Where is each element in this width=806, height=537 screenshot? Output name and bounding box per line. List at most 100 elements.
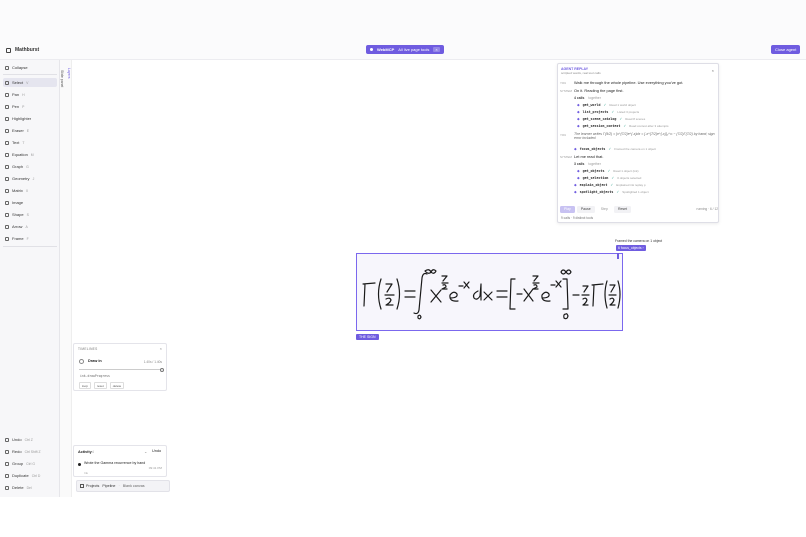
sidebar-item-label: Collapse xyxy=(12,65,28,70)
tool-call[interactable]: ◆ spotlight_objects ✓ Spotlighted 1 object xyxy=(574,190,649,194)
sidebar-item-text[interactable]: Text T xyxy=(3,138,57,147)
calls-count: 3 calls xyxy=(574,162,585,166)
reset-button[interactable]: reset xyxy=(93,382,107,389)
undo-icon xyxy=(5,437,9,442)
tool-result: Spotlighted 1 object xyxy=(622,190,649,194)
sidebar-item-label: Geometry xyxy=(12,176,30,181)
agent-replay-panel: AGENT REPLAY scripted words, real tool c… xyxy=(557,63,719,223)
role-label: YOU xyxy=(560,81,567,85)
sidebar-item-arrow[interactable]: Arrow A xyxy=(3,222,57,231)
webmcp-pill[interactable]: WebMCP All live page tools × xyxy=(366,45,444,54)
focus-badge[interactable]: 6 focus_objects › xyxy=(616,245,646,251)
timeline-track[interactable] xyxy=(79,369,163,370)
close-icon[interactable]: × xyxy=(712,68,714,73)
agent-subtitle: scripted words, real tool calls xyxy=(561,71,601,75)
app-name: Mathburst xyxy=(15,47,40,53)
sidebar-item-shape[interactable]: Shape S xyxy=(3,210,57,219)
projects-button[interactable]: Projects xyxy=(80,484,99,488)
sidebar-item-matrix[interactable]: Matrix X xyxy=(3,186,57,195)
redo-icon xyxy=(5,449,9,454)
tool-result: Framed the camera on 1 object xyxy=(614,147,656,151)
tool-sidebar: Collapse Select V Pan H Pen P Highlighter E… xyxy=(0,60,60,497)
calls-group-header[interactable]: 3 calls together xyxy=(574,162,601,166)
eraser-icon xyxy=(5,128,9,133)
close-icon[interactable]: × xyxy=(433,47,440,52)
slide-panel-toggle[interactable]: Slide panel xyxy=(60,70,64,87)
sidebar-item-select[interactable]: Select V xyxy=(3,78,57,87)
calls-group-header[interactable]: 4 calls together xyxy=(574,96,601,100)
tool-call[interactable]: ◆ get_world ✓ Read 1 world object xyxy=(577,103,636,107)
tool-call[interactable]: ◆ get_session_context ✓ Read context after … xyxy=(577,124,669,128)
tool-result: Read context after 3 attempts xyxy=(629,124,669,128)
separator: · xyxy=(118,484,120,488)
pause-button[interactable]: Pause xyxy=(576,205,595,213)
sidebar-item-frame[interactable]: Frame F xyxy=(3,234,57,243)
sidebar-item-equation[interactable]: Equation M xyxy=(3,150,57,159)
check-icon: ✓ xyxy=(623,124,627,128)
image-icon xyxy=(5,200,9,205)
timeline-scrubber[interactable] xyxy=(160,367,164,372)
tool-call[interactable]: ◆ focus_objects ✓ Framed the camera on 1 ob… xyxy=(574,147,656,151)
sidebar-item-image[interactable]: Image xyxy=(3,198,57,207)
user-message: The learner writes Γ(9/2) = ∫x^{7/2}e^{-… xyxy=(574,132,715,141)
close-agent-button[interactable]: Close agent xyxy=(771,45,801,54)
close-icon[interactable]: × xyxy=(160,346,162,351)
play-button[interactable]: Play xyxy=(560,205,575,213)
activity-item[interactable]: Wrote the Gamma recurrence by hand xyxy=(78,461,164,466)
sidebar-item-pan[interactable]: Pan H xyxy=(3,90,57,99)
app-brand[interactable]: Mathburst xyxy=(6,47,39,53)
sidebar-item-geometry[interactable]: Geometry J xyxy=(3,174,57,183)
activity-count: 4 xyxy=(92,450,94,454)
tool-call[interactable]: ◆ get_selection ✓ 0 objects selected xyxy=(577,176,641,180)
sidebar-item-label: Pan xyxy=(12,92,20,97)
chevron-down-icon[interactable]: ⌄ xyxy=(144,449,147,454)
frame-label[interactable]: THE SIGN xyxy=(356,334,379,340)
delete-button[interactable]: delete xyxy=(109,382,125,389)
divider xyxy=(3,246,57,247)
reset-button[interactable]: Reset xyxy=(613,205,632,213)
blank-canvas-button[interactable]: Blank canvas xyxy=(123,484,145,488)
tool-call[interactable]: ◆ get_scene_catalog ✓ Read 8 scenes xyxy=(577,117,645,121)
sidebar-item-label: Arrow xyxy=(12,224,23,229)
tool-name: list_projects xyxy=(582,110,609,114)
sidebar-item-label: Select xyxy=(12,80,24,85)
frame-icon xyxy=(5,236,9,241)
sidebar-item-undo[interactable]: Undo Ctrl Z xyxy=(3,435,57,444)
sidebar-item-redo[interactable]: Redo Ctrl Shift Z xyxy=(3,447,57,456)
layers-toggle[interactable]: Layers xyxy=(67,68,71,79)
collapse-icon xyxy=(5,65,9,70)
pipeline-button[interactable]: Pipeline xyxy=(102,484,115,488)
step-button[interactable]: Step xyxy=(597,206,612,213)
agent-footer: 9 calls · 9 distinct tools xyxy=(561,216,594,220)
sidebar-item-label: Shape xyxy=(12,212,24,217)
undo-button[interactable]: Undo xyxy=(152,449,161,453)
tool-call[interactable]: ◆ explain_object ✓ Explained ink replay p xyxy=(574,183,646,187)
sidebar-item-graph[interactable]: Graph G xyxy=(3,162,57,171)
graph-icon xyxy=(5,164,9,169)
sidebar-item-delete[interactable]: Delete Del xyxy=(3,483,57,492)
tool-result: Listed 3 projects xyxy=(617,110,640,114)
tool-call[interactable]: ◆ get_objects ✓ Read 1 object (ink) xyxy=(577,169,638,173)
sidebar-item-eraser[interactable]: Eraser E xyxy=(3,126,57,135)
check-icon: ✓ xyxy=(607,169,611,173)
sidebar-item-collapse[interactable]: Collapse xyxy=(3,63,57,72)
loop-button[interactable]: loop xyxy=(79,382,91,389)
activity-panel: Activity 4 ⌄ Undo Wrote the Gamma recurr… xyxy=(73,445,167,477)
sidebar-item-label: Frame xyxy=(12,236,24,241)
sidebar-item-group[interactable]: Group Ctrl G xyxy=(3,459,57,468)
role-label: YOU xyxy=(560,133,567,137)
shortcut: F xyxy=(26,236,29,241)
timeline-property: ink.drawProgress xyxy=(80,374,110,378)
sidebar-item-highlighter[interactable]: Highlighter xyxy=(3,114,57,123)
matrix-icon xyxy=(5,188,9,193)
sidebar-item-pen[interactable]: Pen P xyxy=(3,102,57,111)
play-icon[interactable] xyxy=(79,359,84,364)
timelines-title: TIMELINES xyxy=(78,347,98,351)
ink-frame[interactable] xyxy=(356,253,623,331)
sidebar-item-duplicate[interactable]: Duplicate Ctrl D xyxy=(3,471,57,480)
text-icon xyxy=(5,140,9,145)
shortcut: S xyxy=(26,212,29,217)
status-dot-icon xyxy=(370,48,373,51)
tool-call[interactable]: ◆ list_projects ✓ Listed 3 projects xyxy=(577,110,639,114)
geometry-icon xyxy=(5,176,9,181)
